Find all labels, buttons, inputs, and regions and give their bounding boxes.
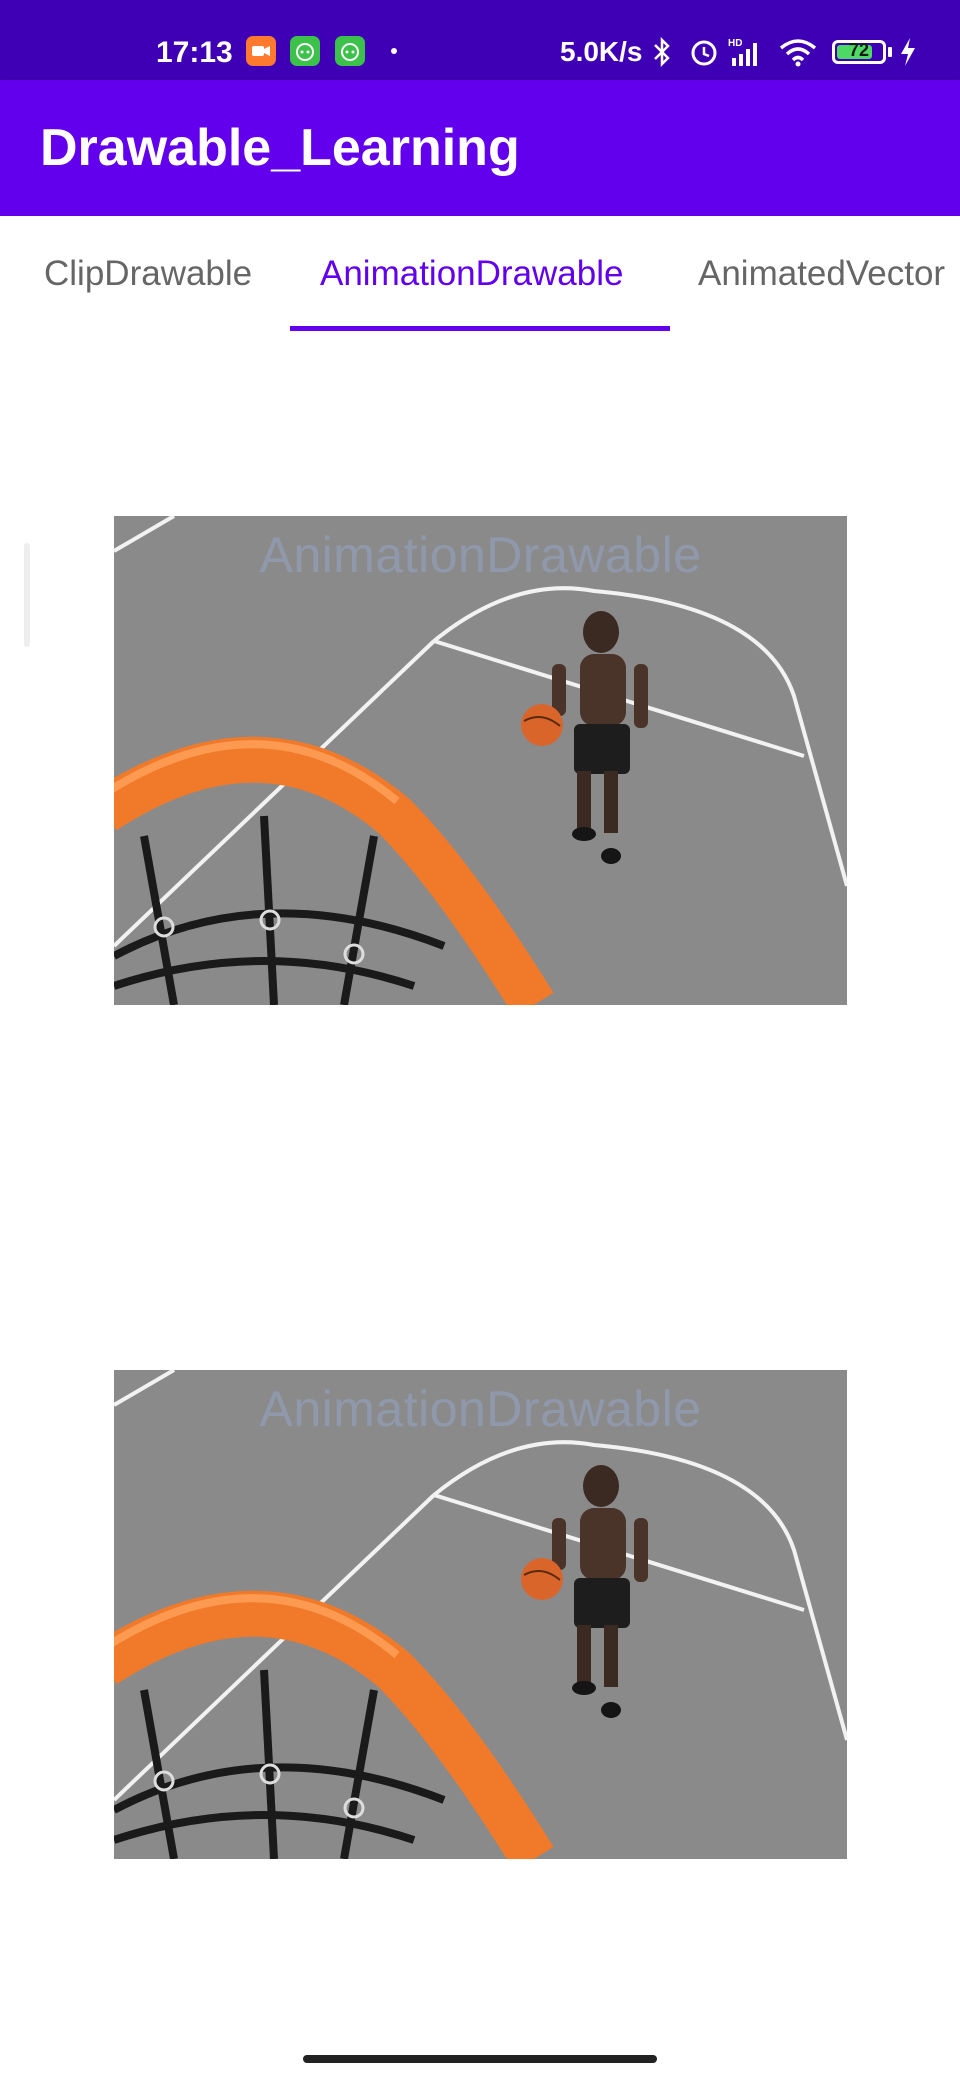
home-indicator[interactable] xyxy=(303,2055,657,2063)
tab-clip-drawable[interactable]: ClipDrawable xyxy=(44,254,252,294)
basketball-court-photo xyxy=(114,516,847,1005)
network-speed: 5.0K/s xyxy=(560,36,643,67)
battery-level: 72 xyxy=(848,40,870,60)
scroll-handle[interactable] xyxy=(24,543,30,647)
status-bar: 17:13 5.0K/s HD 72 xyxy=(0,0,960,80)
android-cat-icon xyxy=(335,36,365,66)
overlay-label: AnimationDrawable xyxy=(259,527,702,583)
svg-text:HD: HD xyxy=(728,38,742,49)
charging-icon xyxy=(898,36,918,73)
more-notifications-dot xyxy=(391,48,397,54)
status-time: 17:13 xyxy=(156,36,233,69)
bluetooth-icon xyxy=(652,36,672,73)
battery-tip xyxy=(888,47,892,57)
basketball-court-photo xyxy=(114,1370,847,1859)
app-bar: Drawable_Learning xyxy=(0,80,960,216)
tab-animated-vector[interactable]: AnimatedVector xyxy=(698,254,945,294)
video-recorder-icon xyxy=(246,36,276,66)
animation-image-2: AnimationDrawable xyxy=(114,1370,847,1859)
tab-layout[interactable]: ClipDrawable AnimationDrawable AnimatedV… xyxy=(0,216,960,334)
app-title: Drawable_Learning xyxy=(40,119,520,177)
wifi-icon xyxy=(778,36,818,73)
alarm-icon xyxy=(688,36,720,73)
battery-icon: 72 xyxy=(832,40,886,64)
tab-animation-drawable[interactable]: AnimationDrawable xyxy=(320,254,623,294)
tab-indicator xyxy=(290,326,670,331)
animation-image-1: AnimationDrawable xyxy=(114,516,847,1005)
overlay-label: AnimationDrawable xyxy=(259,1381,702,1437)
android-cat-icon xyxy=(290,36,320,66)
hd-signal-icon: HD xyxy=(728,36,768,73)
